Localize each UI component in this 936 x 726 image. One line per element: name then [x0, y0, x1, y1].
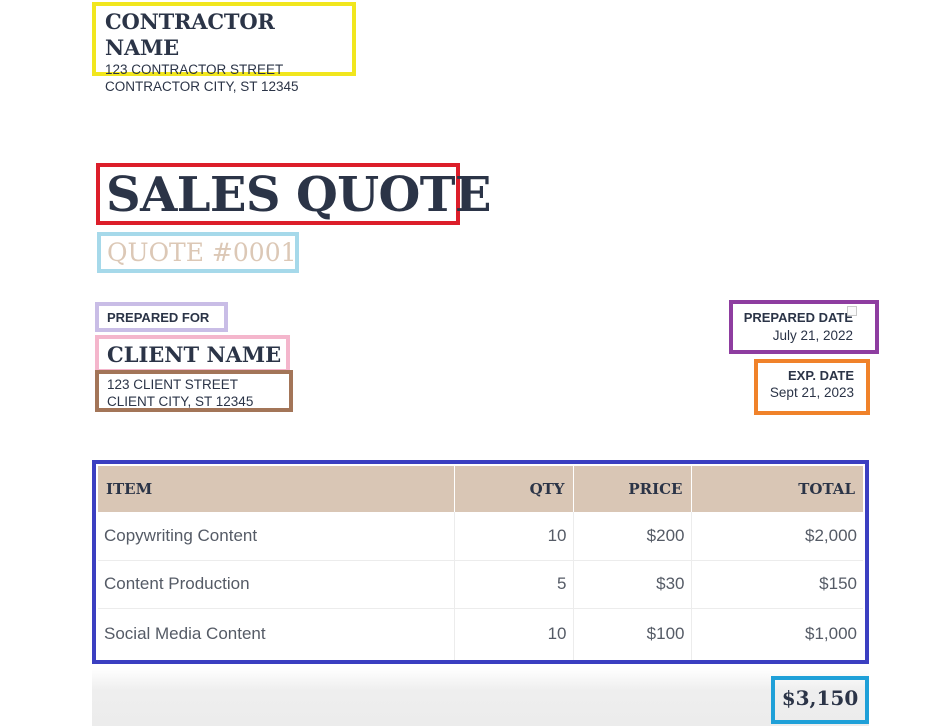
prepared-for-label: PREPARED FOR: [107, 310, 210, 325]
cell-total[interactable]: $1,000: [691, 608, 863, 660]
cell-item[interactable]: Copywriting Content: [98, 512, 455, 561]
quote-number-block: QUOTE #0001: [97, 232, 299, 273]
prepared-date-value: July 21, 2022: [772, 328, 853, 343]
column-header-price[interactable]: PRICE: [573, 466, 692, 512]
cell-total[interactable]: $150: [691, 560, 863, 609]
client-street: 123 CLIENT STREET: [107, 377, 239, 392]
client-city: CLIENT CITY, ST 12345: [107, 394, 254, 409]
quote-number: QUOTE #0001: [107, 238, 297, 267]
table-row: Social Media Content 10 $100 $1,000: [98, 608, 863, 660]
client-address-block: 123 CLIENT STREET CLIENT CITY, ST 12345: [95, 370, 293, 412]
cell-qty[interactable]: 10: [454, 512, 574, 561]
cell-total[interactable]: $2,000: [691, 512, 863, 561]
exp-date-block: EXP. DATE Sept 21, 2023: [754, 359, 870, 415]
contractor-address: 123 CONTRACTOR STREET CONTRACTOR CITY, S…: [105, 61, 352, 95]
cell-price[interactable]: $30: [573, 560, 692, 609]
page-title: SALES QUOTE: [106, 167, 491, 223]
table-row: Content Production 5 $30 $150: [98, 560, 863, 609]
client-address: 123 CLIENT STREET CLIENT CITY, ST 12345: [107, 376, 289, 410]
cell-item[interactable]: Social Media Content: [98, 608, 455, 660]
title-block: SALES QUOTE: [96, 163, 491, 225]
column-header-qty[interactable]: QTY: [454, 466, 574, 512]
resize-handle-icon[interactable]: [847, 306, 857, 316]
client-name: CLIENT NAME: [107, 342, 282, 367]
exp-date-label: EXP. DATE: [788, 368, 854, 383]
items-table: ITEM QTY PRICE TOTAL Copywriting Content…: [98, 466, 863, 660]
grand-total: $3,150: [781, 686, 859, 710]
cell-item[interactable]: Content Production: [98, 560, 455, 609]
grand-total-block: $3,150: [771, 676, 869, 724]
contractor-street: 123 CONTRACTOR STREET: [105, 62, 284, 77]
exp-date-value: Sept 21, 2023: [769, 385, 854, 400]
prepared-date-block: PREPARED DATE July 21, 2022: [729, 300, 879, 354]
cell-price[interactable]: $200: [573, 512, 692, 561]
contractor-name: CONTRACTOR NAME: [105, 9, 275, 60]
cell-qty[interactable]: 10: [454, 608, 574, 660]
cell-qty[interactable]: 5: [454, 560, 574, 609]
prepared-date-label: PREPARED DATE: [743, 310, 853, 325]
items-table-block: ITEM QTY PRICE TOTAL Copywriting Content…: [92, 460, 869, 664]
contractor-block: CONTRACTOR NAME 123 CONTRACTOR STREET CO…: [92, 2, 356, 94]
column-header-total[interactable]: TOTAL: [691, 466, 863, 512]
client-name-block: CLIENT NAME: [95, 335, 290, 373]
column-header-item[interactable]: ITEM: [98, 466, 455, 512]
contractor-city: CONTRACTOR CITY, ST 12345: [105, 79, 299, 94]
cell-price[interactable]: $100: [573, 608, 692, 660]
prepared-for-block: PREPARED FOR: [95, 302, 228, 332]
table-header-row: ITEM QTY PRICE TOTAL: [98, 466, 863, 512]
totals-bar: [92, 668, 869, 726]
table-row: Copywriting Content 10 $200 $2,000: [98, 512, 863, 561]
